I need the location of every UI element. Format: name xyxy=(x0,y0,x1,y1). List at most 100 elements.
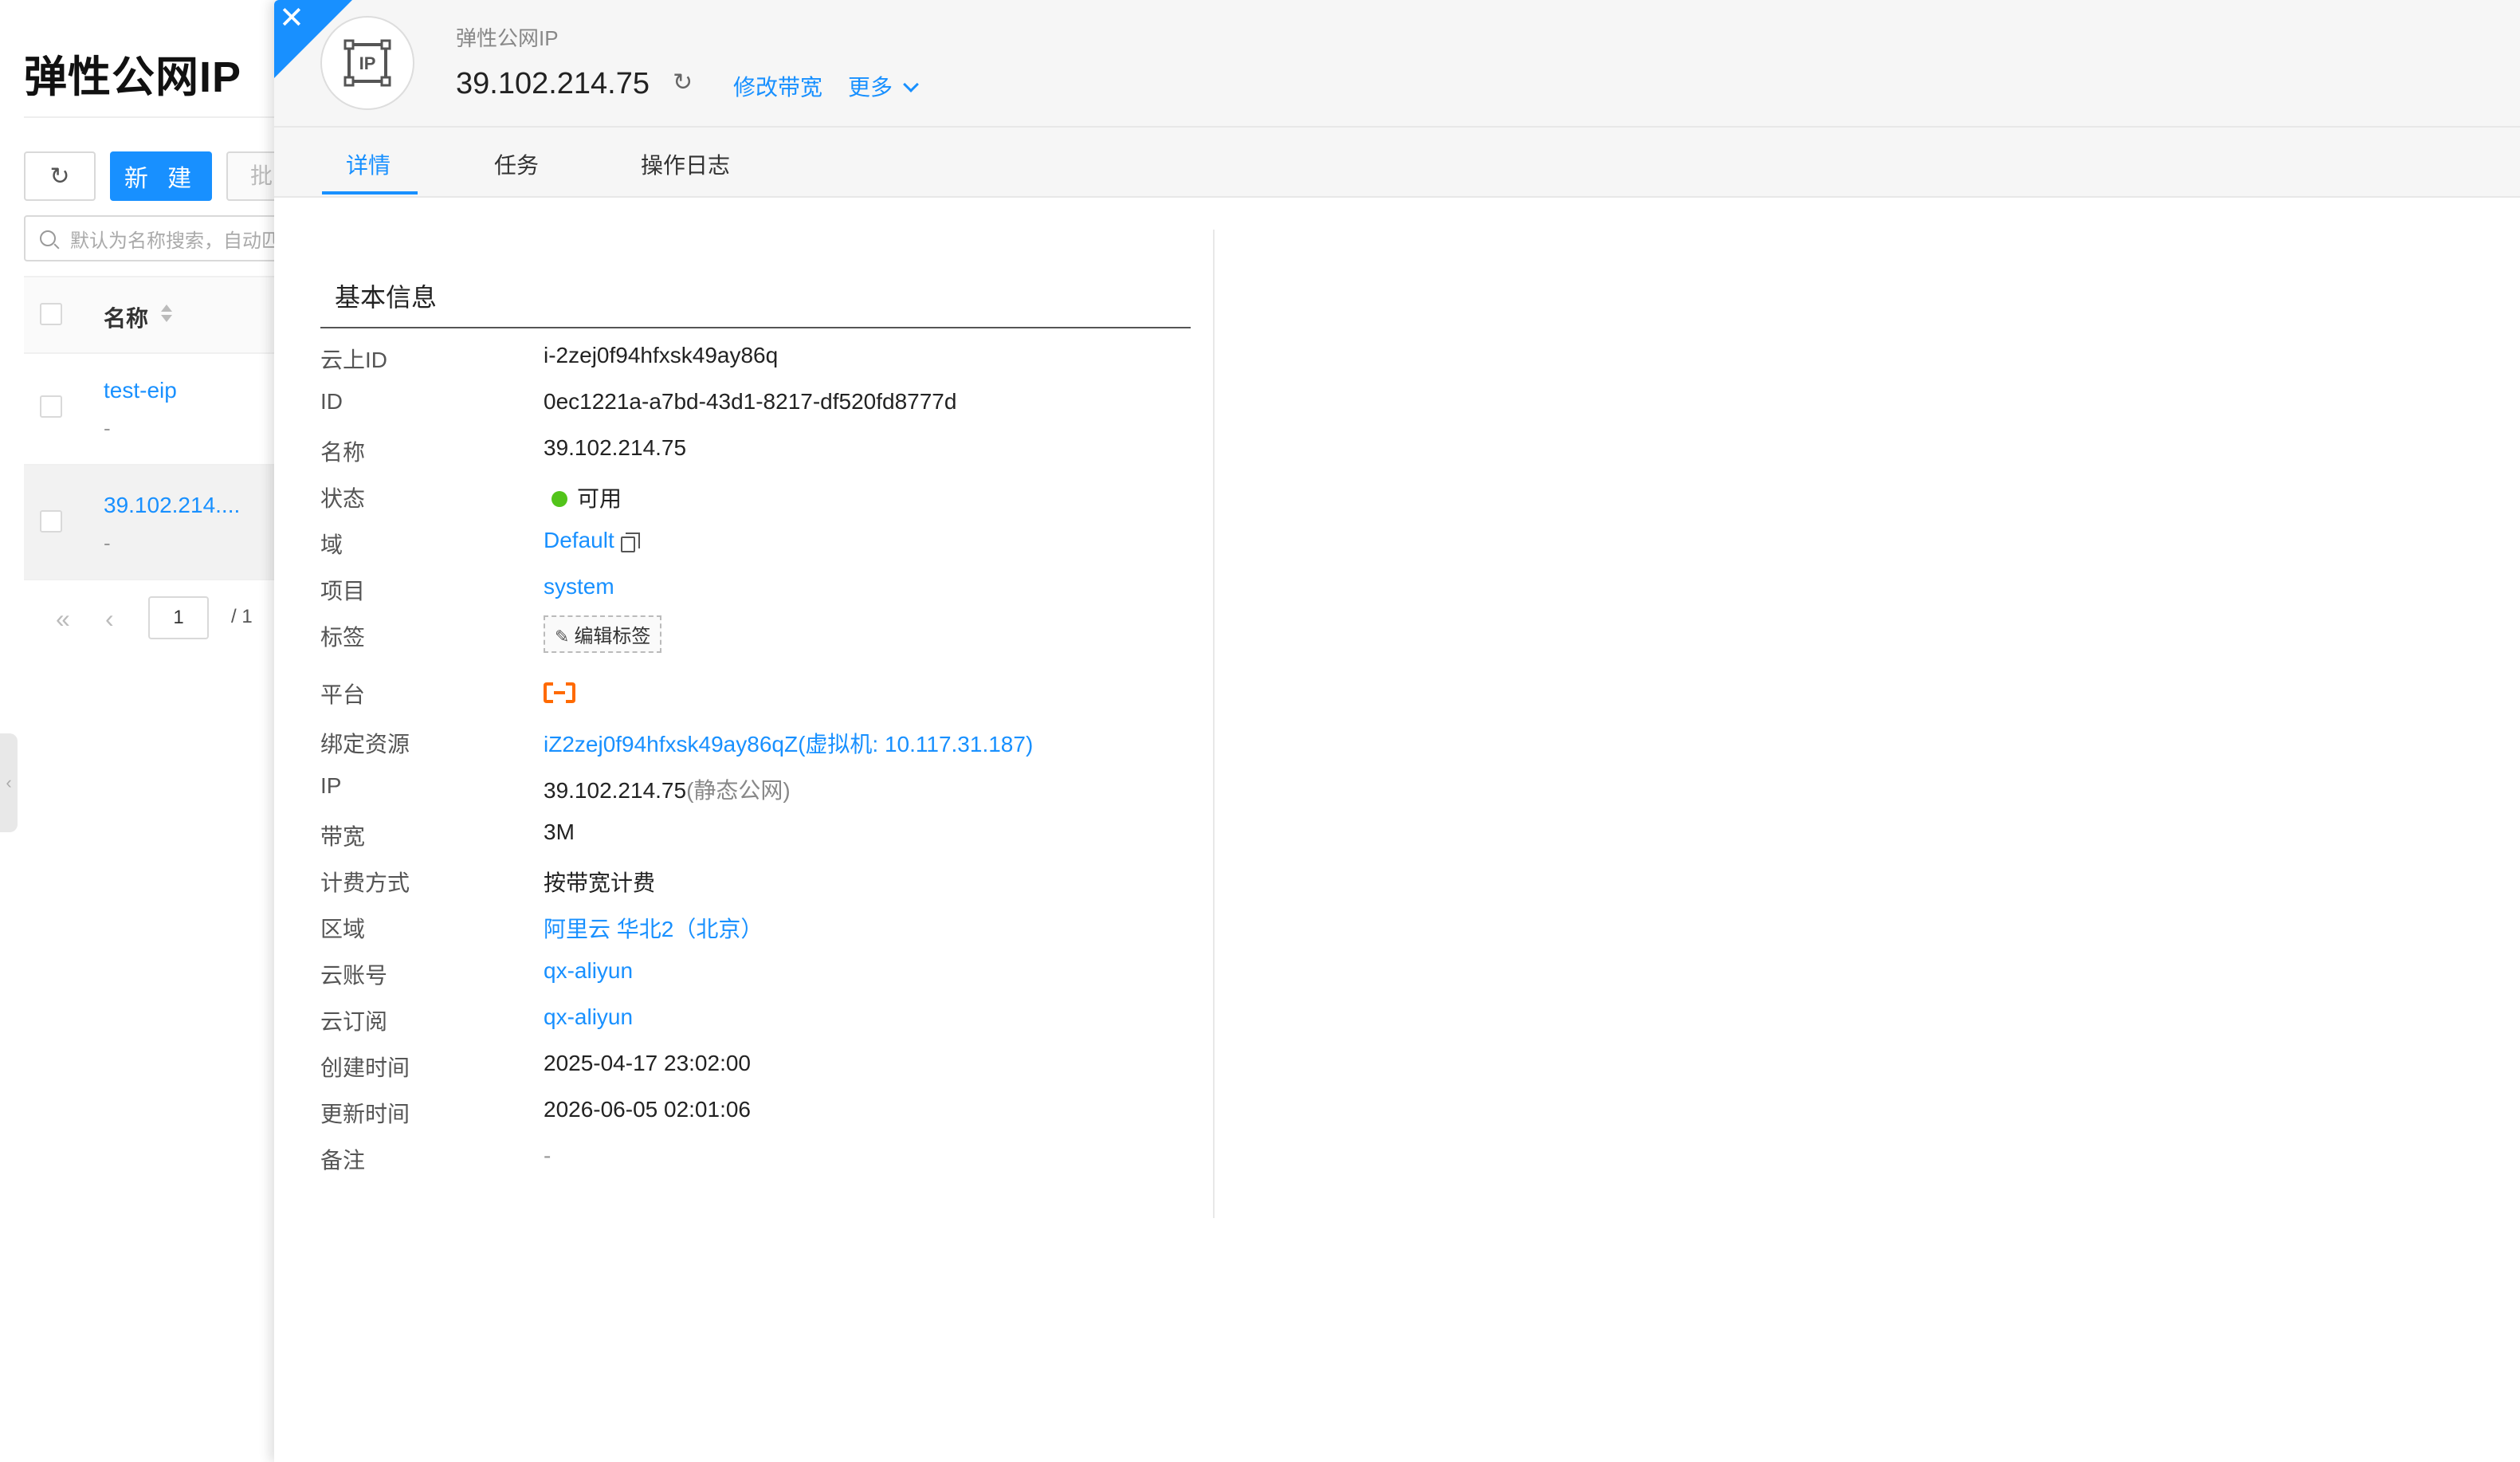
status-text: 可用 xyxy=(577,486,622,511)
field-tags: 标签 ✎ 编辑标签 xyxy=(320,615,1197,666)
field-value: ✎ 编辑标签 xyxy=(544,615,662,653)
more-dropdown[interactable]: 更多 xyxy=(848,70,919,102)
tab-details[interactable]: 详情 xyxy=(346,148,391,180)
field-label: 更新时间 xyxy=(320,1102,410,1126)
table-header: 名称 xyxy=(24,276,274,354)
field-cloud-subscription: 云订阅 qx-aliyun xyxy=(320,1004,1197,1051)
chevron-down-icon xyxy=(903,77,919,92)
field-bandwidth: 带宽 3M xyxy=(320,819,1197,866)
field-id: ID 0ec1221a-a7bd-43d1-8217-df520fd8777d xyxy=(320,389,1197,435)
copy-icon[interactable] xyxy=(620,533,640,552)
active-tab-indicator xyxy=(322,191,418,195)
close-icon[interactable]: ✕ xyxy=(279,3,304,33)
bound-resource-link[interactable]: iZ2zej0f94hfxsk49ay86qZ(虚拟机: 10.117.31.1… xyxy=(544,727,1033,759)
field-label: 名称 xyxy=(320,440,366,465)
row-checkbox[interactable] xyxy=(40,395,62,418)
row-sub: - xyxy=(104,531,111,555)
refresh-icon: ↻ xyxy=(49,163,70,190)
field-billing: 计费方式 按带宽计费 xyxy=(320,866,1197,912)
resource-type: 弹性公网IP xyxy=(456,26,559,50)
field-label: 云订阅 xyxy=(320,1009,388,1034)
sort-icon[interactable] xyxy=(159,301,174,325)
chevron-left-icon: ‹ xyxy=(6,772,12,792)
refresh-icon[interactable]: ↻ xyxy=(673,69,693,96)
field-label: 项目 xyxy=(320,579,366,603)
field-project: 项目 system xyxy=(320,574,1197,620)
section-divider xyxy=(320,327,1191,328)
field-value: 39.102.214.75(静态公网) xyxy=(544,773,791,805)
edit-icon: ✎ xyxy=(555,627,570,647)
field-value: i-2zej0f94hfxsk49ay86q xyxy=(544,343,779,367)
field-name: 名称 39.102.214.75 xyxy=(320,435,1197,481)
field-label: 计费方式 xyxy=(320,871,410,895)
field-value: Default xyxy=(544,528,640,553)
field-cloud-account: 云账号 qx-aliyun xyxy=(320,958,1197,1004)
field-updated-time: 更新时间 2026-06-05 02:01:06 xyxy=(320,1097,1197,1143)
title-divider xyxy=(24,116,274,118)
field-label: 云账号 xyxy=(320,963,388,988)
table-row[interactable]: 39.102.214.... - xyxy=(24,466,274,580)
status-ok-icon xyxy=(551,491,567,507)
ip-value: 39.102.214.75 xyxy=(544,778,687,803)
field-label: 区域 xyxy=(320,917,366,941)
project-link[interactable]: system xyxy=(544,574,614,599)
field-cloud-id: 云上ID i-2zej0f94hfxsk49ay86q xyxy=(320,343,1197,389)
detail-drawer: IP 弹性公网IP 39.102.214.75 ↻ 修改带宽 更多 ✕ 详情 任… xyxy=(274,0,2520,1462)
field-value: 3M xyxy=(544,819,575,844)
row-checkbox[interactable] xyxy=(40,510,62,533)
edit-tags-button[interactable]: ✎ 编辑标签 xyxy=(544,615,662,653)
region-link[interactable]: 阿里云 华北2（北京） xyxy=(544,912,763,944)
field-value: 可用 xyxy=(544,481,622,513)
cloud-account-link[interactable]: qx-aliyun xyxy=(544,958,633,984)
field-label: 创建时间 xyxy=(320,1055,410,1080)
field-remark: 备注 - xyxy=(320,1143,1197,1189)
field-ip: IP 39.102.214.75(静态公网) xyxy=(320,773,1197,819)
collapse-handle[interactable]: ‹ xyxy=(0,733,18,832)
search-icon xyxy=(40,230,56,246)
field-label: 备注 xyxy=(320,1148,366,1173)
field-label: 状态 xyxy=(320,486,366,511)
search-placeholder: 默认为名称搜索，自动匹 xyxy=(70,230,281,252)
field-value xyxy=(544,678,575,707)
page-title: 弹性公网IP xyxy=(24,53,242,101)
row-name-link[interactable]: 39.102.214.... xyxy=(104,493,240,518)
tab-operation-log[interactable]: 操作日志 xyxy=(641,148,730,180)
details-content: 基本信息 云上ID i-2zej0f94hfxsk49ay86q ID 0ec1… xyxy=(274,198,2520,1462)
field-region: 区域 阿里云 华北2（北京） xyxy=(320,912,1197,958)
table-row[interactable]: test-eip - xyxy=(24,351,274,466)
field-created-time: 创建时间 2025-04-17 23:02:00 xyxy=(320,1051,1197,1097)
resource-title: 39.102.214.75 xyxy=(456,67,650,100)
new-button[interactable]: 新 建 xyxy=(110,151,212,201)
field-value: - xyxy=(544,1143,551,1168)
field-platform: 平台 xyxy=(320,678,1197,724)
domain-link[interactable]: Default xyxy=(544,528,614,552)
prev-page-icon[interactable]: ‹ xyxy=(105,604,114,634)
field-status: 状态 可用 xyxy=(320,481,1197,528)
field-bound-resource: 绑定资源 iZ2zej0f94hfxsk49ay86qZ(虚拟机: 10.117… xyxy=(320,727,1197,773)
field-label: ID xyxy=(320,389,343,414)
first-page-icon[interactable]: « xyxy=(56,604,70,634)
modify-bandwidth-button[interactable]: 修改带宽 xyxy=(733,70,822,102)
pagination: « ‹ 1 / 1 xyxy=(48,596,287,641)
search-input[interactable]: 默认为名称搜索，自动匹 xyxy=(24,215,287,261)
select-all-checkbox[interactable] xyxy=(40,303,62,325)
more-label: 更多 xyxy=(848,75,893,100)
cloud-subscription-link[interactable]: qx-aliyun xyxy=(544,1004,633,1030)
row-name-link[interactable]: test-eip xyxy=(104,378,177,403)
field-value: 2026-06-05 02:01:06 xyxy=(544,1097,751,1122)
edit-tags-label: 编辑标签 xyxy=(574,626,651,647)
field-label: 标签 xyxy=(320,625,366,650)
field-label: 云上ID xyxy=(320,348,388,372)
tab-tasks[interactable]: 任务 xyxy=(494,148,539,180)
field-value: 39.102.214.75 xyxy=(544,435,687,460)
field-label: 带宽 xyxy=(320,824,366,849)
refresh-button[interactable]: ↻ xyxy=(24,151,96,201)
column-header-name[interactable]: 名称 xyxy=(104,301,148,333)
field-value: 2025-04-17 23:02:00 xyxy=(544,1051,751,1075)
row-sub: - xyxy=(104,416,111,440)
svg-text:IP: IP xyxy=(359,53,376,73)
page-input[interactable]: 1 xyxy=(148,596,209,639)
field-label: 平台 xyxy=(320,682,366,707)
page-total: / 1 xyxy=(231,606,253,627)
drawer-header: IP 弹性公网IP 39.102.214.75 ↻ 修改带宽 更多 xyxy=(274,0,2520,128)
